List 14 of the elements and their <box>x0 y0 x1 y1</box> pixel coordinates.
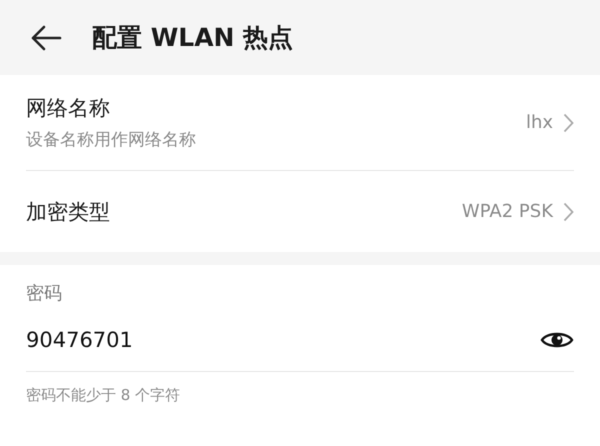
field-label: 密码 <box>26 282 62 305</box>
setting-title: 网络名称 <box>26 95 111 122</box>
settings-row[interactable]: 网络名称 设备名称用作网络名称 lhx <box>26 75 574 170</box>
password-field[interactable]: 90476701 <box>26 328 540 352</box>
setting-title: 加密类型 <box>26 198 111 226</box>
page-title: 配置 WLAN 热点 <box>92 22 294 54</box>
setting-value: lhx <box>526 112 553 133</box>
back-icon[interactable] <box>30 24 62 50</box>
setting-value: WPA2 PSK <box>462 201 553 222</box>
hint-text: 密码不能少于 8 个字符 <box>26 386 180 405</box>
setting-description: 设备名称用作网络名称 <box>26 129 197 151</box>
chevron-right-icon <box>563 202 574 222</box>
settings-row[interactable]: 加密类型 WPA2 PSK <box>26 171 574 252</box>
chevron-right-icon <box>563 112 574 132</box>
